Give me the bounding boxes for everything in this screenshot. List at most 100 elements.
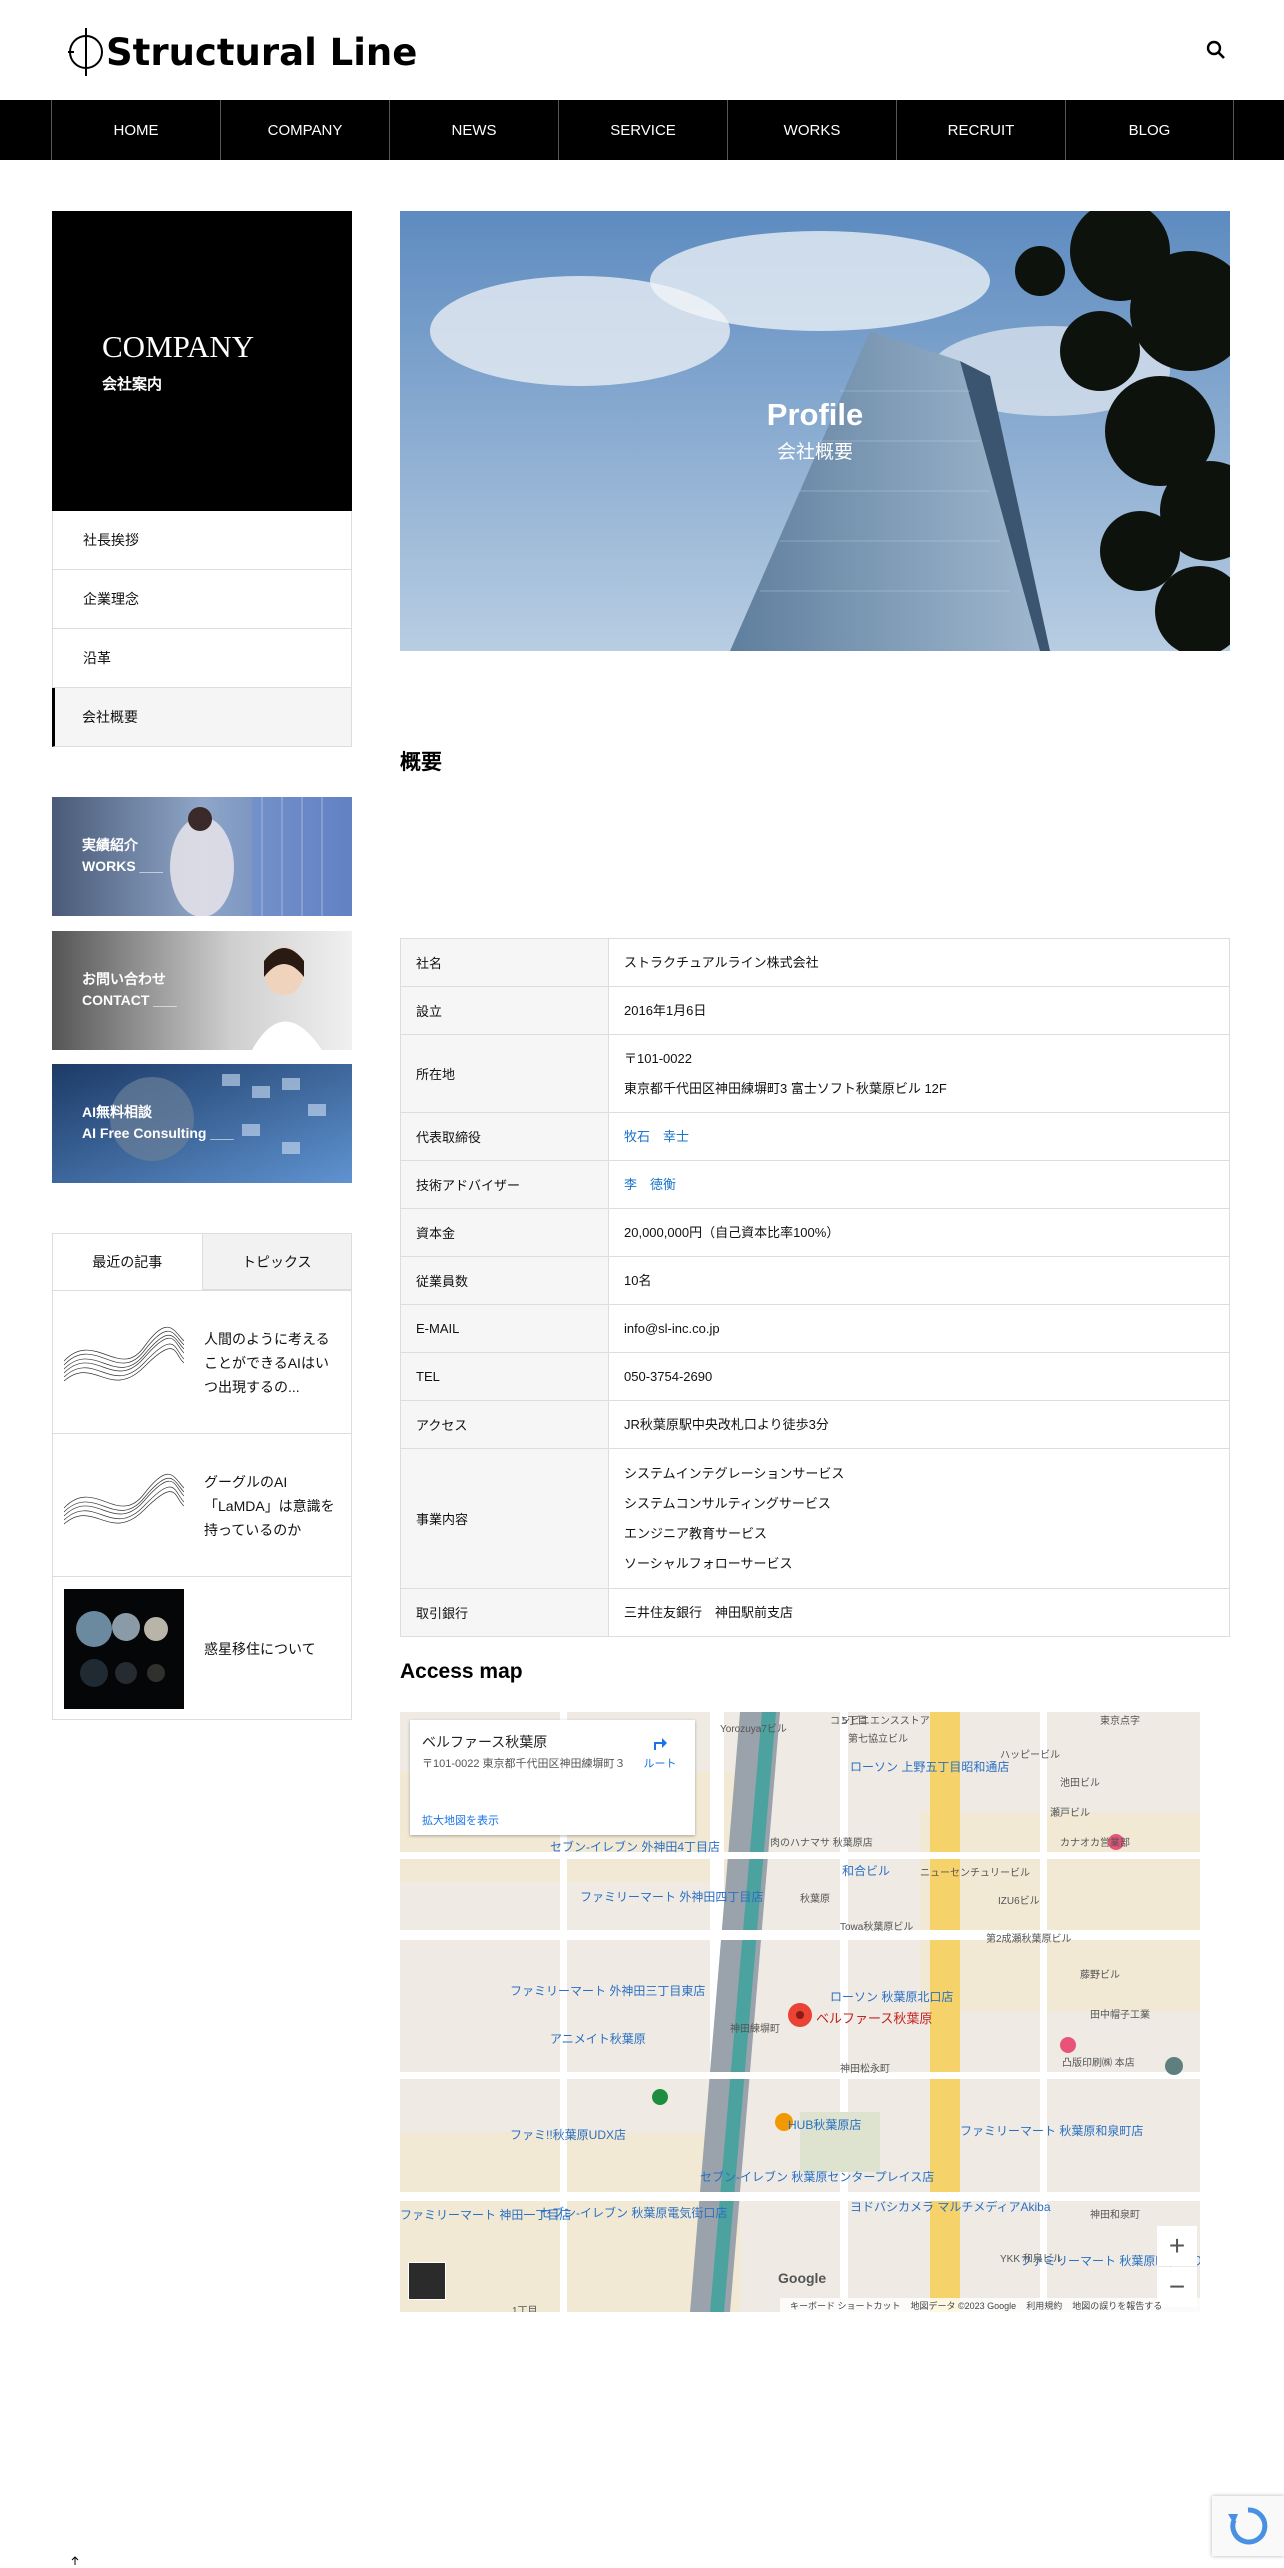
recaptcha-badge[interactable] [1212, 2496, 1284, 2556]
table-row: アクセス JR秋葉原駅中央改札口より徒歩3分 [400, 1400, 1230, 1449]
sidebar-item-philosophy[interactable]: 企業理念 [52, 570, 352, 629]
map-label: ファミリーマート 外神田四丁目店 [580, 1890, 764, 1904]
post-title[interactable]: 惑星移住について [204, 1577, 339, 1720]
info-label: 事業内容 [400, 1448, 609, 1589]
route-label: ルート [643, 1758, 677, 1770]
table-row: 技術アドバイザー李 徳衡 [400, 1160, 1230, 1209]
map-label: コンビニエンスストア [830, 1716, 930, 1727]
table-row: 従業員数 10名 [400, 1256, 1230, 1305]
map-label: 秋葉原 [800, 1894, 830, 1905]
info-label: 社名 [400, 938, 609, 987]
info-value: 20,000,000円（自己資本比率100%） [608, 1208, 1230, 1257]
nav-item-recruit[interactable]: RECRUIT [896, 100, 1065, 160]
works-banner-line2: WORKS ___ [82, 858, 163, 874]
map-attribution: キーボード ショートカット 地図データ ©2023 Google 利用規約 地図… [780, 2298, 1200, 2312]
logo-text: Structural Line [106, 30, 418, 74]
info-value: info@sl-inc.co.jp [608, 1304, 1230, 1353]
map-label: ニューセンチュリービル [920, 1868, 1030, 1879]
works-banner-line1: 実績紹介 [82, 837, 138, 853]
table-row: 資本金 20,000,000円（自己資本比率100%） [400, 1208, 1230, 1257]
article-tabs: 最近の記事 トピックス 人間のように考えることができるAIはいつ出現するの...… [52, 1233, 352, 1720]
list-item[interactable]: 人間のように考えることができるAIはいつ出現するの... [53, 1290, 351, 1433]
route-button[interactable]: ルート [638, 1732, 682, 1771]
access-map-heading: Access map [400, 1660, 523, 1683]
info-value-link[interactable]: 牧石 幸士 [624, 1122, 1214, 1152]
nav-item-home[interactable]: HOME [51, 100, 220, 160]
map-label: ファミ!!秋葉原UDX店 [510, 2128, 627, 2142]
profile-hero: Profile 会社概要 [400, 211, 1230, 651]
info-value-line: 〒101-0022 [624, 1050, 692, 1066]
map-label: カナオカ営業部 [1060, 1838, 1130, 1849]
map-label: 神田松永町 [840, 2064, 890, 2075]
list-item[interactable]: グーグルのAI「LaMDA」は意識を持っているのか [53, 1433, 351, 1576]
info-label: 技術アドバイザー [400, 1160, 609, 1209]
info-value: ストラクチュアルライン株式会社 [608, 938, 1230, 987]
site-header: Structural Line [0, 0, 1284, 100]
info-value-line: ストラクチュアルライン株式会社 [624, 954, 819, 970]
sidebar-menu: 社長挨拶 企業理念 沿革 会社概要 [52, 511, 352, 747]
info-label: 取引銀行 [400, 1588, 609, 1637]
sidebar-item-greeting[interactable]: 社長挨拶 [52, 511, 352, 570]
sidebar-item-history[interactable]: 沿革 [52, 629, 352, 688]
larger-map-link[interactable]: 拡大地図を表示 [422, 1812, 499, 1828]
map-label: ローソン 秋葉原北口店 [830, 1990, 954, 2004]
post-thumbnail [64, 1303, 184, 1423]
info-value-line: システムインテグレーションサービス [624, 1465, 845, 1481]
report-error-link[interactable]: 地図の誤りを報告する [1072, 2299, 1162, 2312]
info-value-line: info@sl-inc.co.jp [624, 1320, 720, 1336]
info-value: システムインテグレーションサービス システムコンサルティングサービス エンジニア教育… [608, 1448, 1230, 1589]
nav-item-company[interactable]: COMPANY [220, 100, 389, 160]
table-row: 代表取締役 牧石 幸士 [400, 1112, 1230, 1161]
sidebar-item-overview[interactable]: 会社概要 [52, 688, 352, 747]
info-label: 設立 [400, 986, 609, 1035]
map-label: アニメイト秋葉原 [550, 2032, 646, 2046]
search-icon[interactable] [1204, 38, 1228, 62]
logo-crosshair-icon [68, 28, 103, 76]
post-title[interactable]: グーグルのAI「LaMDA」は意識を持っているのか [204, 1434, 339, 1577]
global-nav: HOME COMPANY NEWS SERVICE WORKS RECRUIT … [0, 100, 1284, 160]
info-value-line: エンジニア教育サービス [624, 1525, 768, 1541]
info-value: 〒101-0022 東京都千代田区神田練塀町3 富士ソフト秋葉原ビル 12F [608, 1034, 1230, 1113]
nav-item-works[interactable]: WORKS [727, 100, 896, 160]
map-marker-label[interactable]: ベルファース秋葉原 [816, 2008, 932, 2027]
info-label: 従業員数 [400, 1256, 609, 1305]
map-label: ローソン 上野五丁目昭和通店 [850, 1760, 1010, 1774]
ai-consulting-banner[interactable]: AI無料相談 AI Free Consulting ___ [52, 1064, 352, 1183]
overview-heading: 概要 [400, 751, 442, 774]
map-label: 東京点字 [1100, 1716, 1140, 1727]
nav-item-service[interactable]: SERVICE [558, 100, 727, 160]
info-value-line: 2016年1月6日 [624, 1002, 707, 1018]
table-row: 所在地 〒101-0022 東京都千代田区神田練塀町3 富士ソフト秋葉原ビル 12F [400, 1034, 1230, 1113]
map-label: Towa秋葉原ビル [840, 1922, 914, 1933]
tab-recent-posts[interactable]: 最近の記事 [53, 1234, 202, 1290]
nav-item-blog[interactable]: BLOG [1065, 100, 1234, 160]
terms-link[interactable]: 利用規約 [1026, 2299, 1062, 2312]
map-thumbnail-icon[interactable] [408, 2262, 446, 2300]
keyboard-shortcuts-link[interactable]: キーボード ショートカット [790, 2299, 901, 2312]
info-value: 李 徳衡 [608, 1160, 1230, 1209]
info-value: JR秋葉原駅中央改札口より徒歩3分 [608, 1400, 1230, 1449]
map-label: 第七協立ビル [848, 1734, 908, 1745]
site-logo[interactable]: Structural Line [68, 24, 417, 80]
post-thumbnail [64, 1446, 184, 1566]
post-title[interactable]: 人間のように考えることができるAIはいつ出現するの... [204, 1291, 339, 1434]
tab-topics[interactable]: トピックス [201, 1234, 351, 1290]
table-row: 事業内容 システムインテグレーションサービス システムコンサルティングサービス エンジ… [400, 1448, 1230, 1589]
map-label: 肉のハナマサ 秋葉原店 [770, 1838, 873, 1849]
zoom-in-button[interactable]: + [1157, 2226, 1197, 2266]
works-banner[interactable]: 実績紹介 WORKS ___ [52, 797, 352, 916]
nav-item-news[interactable]: NEWS [389, 100, 558, 160]
sidebar-title-jp: 会社案内 [102, 376, 163, 393]
google-map[interactable]: Yorozuya7ビル 5丁目 第七協立ビル 東京点字 コンビニエンスストア ハッピービル… [400, 1712, 1200, 2312]
map-label: ファミリーマート 秋葉原和泉町店 [960, 2124, 1144, 2138]
map-label: ヨドバシカメラ マルチメディアAkiba [850, 2200, 1051, 2214]
map-label: 池田ビル [1060, 1778, 1100, 1789]
info-value-link[interactable]: 李 徳衡 [624, 1170, 1214, 1200]
info-value: 三井住友銀行 神田駅前支店 [608, 1588, 1230, 1637]
contact-banner[interactable]: お問い合わせ CONTACT ___ [52, 931, 352, 1050]
map-label: 瀬戸ビル [1050, 1808, 1090, 1819]
scroll-top-icon[interactable] [70, 2556, 80, 2566]
info-value-line: 三井住友銀行 神田駅前支店 [624, 1604, 794, 1620]
list-item[interactable]: 惑星移住について [53, 1576, 351, 1719]
info-value-line: ソーシャルフォローサービス [624, 1555, 793, 1571]
